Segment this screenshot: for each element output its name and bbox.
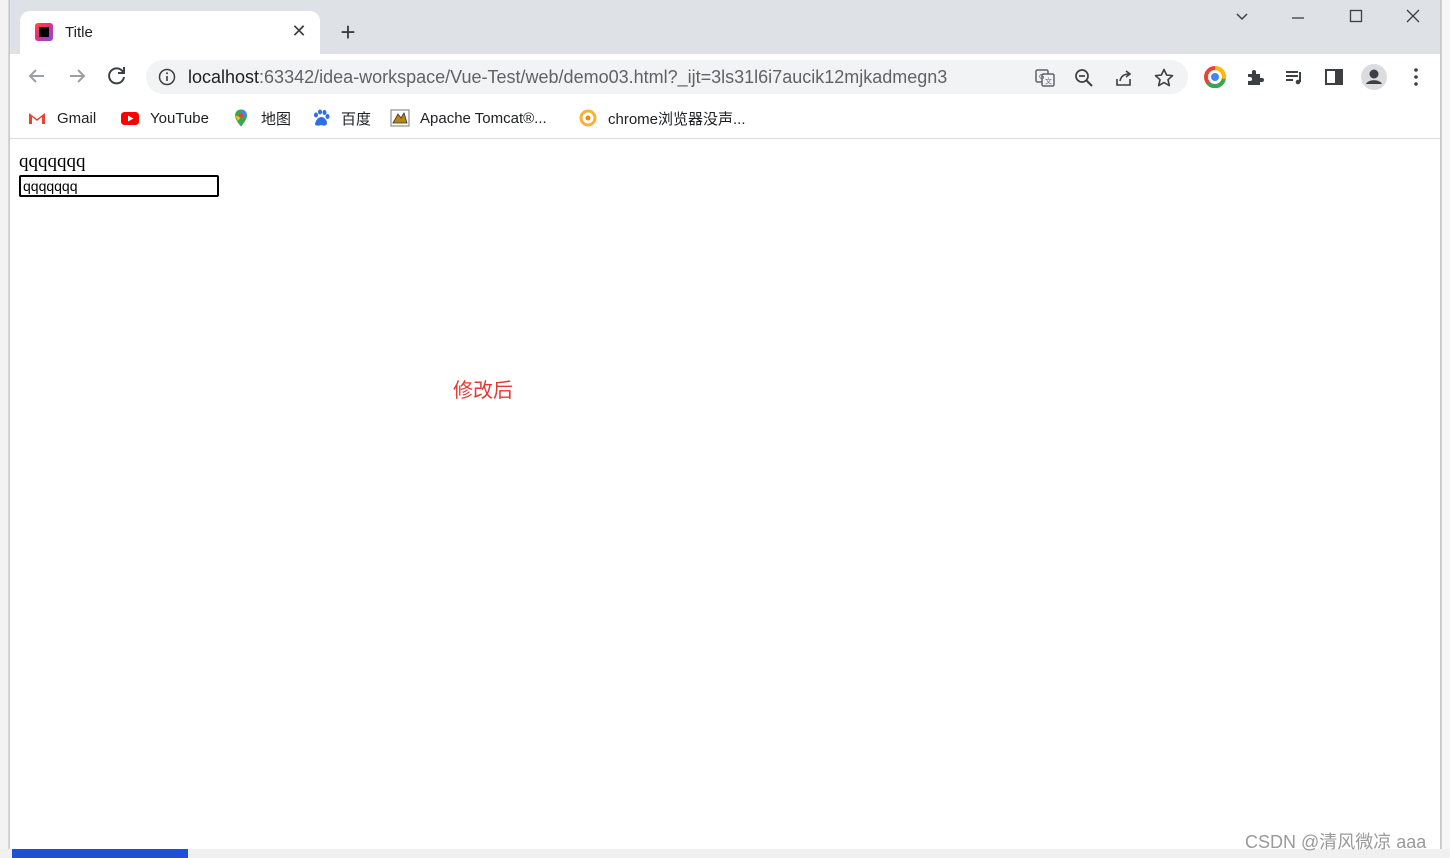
maximize-icon[interactable] <box>1338 8 1374 32</box>
bookmark-label: chrome浏览器没声... <box>608 110 746 128</box>
tab-title[interactable]: Title ✕ <box>20 11 320 54</box>
bookmark-tomcat[interactable]: Apache Tomcat®... <box>390 107 547 129</box>
bookmark-star-icon[interactable] <box>1153 67 1175 89</box>
bookmark-gmail[interactable]: Gmail <box>27 107 96 129</box>
browser-toolbar: localhost:63342/idea-workspace/Vue-Test/… <box>10 54 1440 98</box>
forward-arrow-icon[interactable] <box>64 63 90 89</box>
bookmark-maps[interactable]: 地图 <box>231 107 291 129</box>
back-arrow-icon[interactable] <box>24 63 50 89</box>
youtube-icon <box>120 108 140 128</box>
csdn-watermark: CSDN @清风微凉 aaa <box>1245 832 1427 852</box>
translate-icon[interactable]: G文 <box>1034 67 1056 89</box>
menu-kebab-icon[interactable] <box>1405 66 1427 88</box>
background-window-edge <box>12 849 188 858</box>
url-host: localhost <box>188 67 260 87</box>
tab-close-icon[interactable]: ✕ <box>288 20 310 42</box>
url-path: :63342/idea-workspace/Vue-Test/web/demo0… <box>259 67 948 87</box>
intellij-favicon-icon <box>35 23 53 41</box>
maps-icon <box>231 108 251 128</box>
desktop-right-edge <box>1441 0 1450 858</box>
profile-avatar-icon[interactable] <box>1360 63 1388 91</box>
desktop-left-edge <box>0 0 9 858</box>
zoom-out-icon[interactable] <box>1073 67 1095 89</box>
side-panel-icon[interactable] <box>1323 66 1345 88</box>
bookmark-label: YouTube <box>150 109 209 127</box>
bookmark-label: Gmail <box>57 109 97 127</box>
extensions-puzzle-icon[interactable] <box>1244 66 1266 88</box>
address-bar[interactable]: localhost:63342/idea-workspace/Vue-Test/… <box>146 60 1188 94</box>
page-content: qqqqqqq 修改后 <box>10 139 1440 849</box>
bookmark-label: 百度 <box>341 110 372 128</box>
close-window-icon[interactable] <box>1395 8 1431 32</box>
tomcat-icon <box>390 108 410 128</box>
url-text[interactable]: localhost:63342/idea-workspace/Vue-Test/… <box>188 67 947 88</box>
browser-window: Title ✕ + localhost:63342/idea-workspace… <box>9 0 1441 849</box>
svg-text:G: G <box>1039 73 1044 81</box>
chrome-help-icon <box>578 108 598 128</box>
site-info-icon[interactable] <box>158 68 176 86</box>
chrome-extension-icon[interactable] <box>1204 65 1227 89</box>
desktop-bottom-edge <box>0 849 1450 858</box>
svg-text:文: 文 <box>1045 77 1052 86</box>
tab-label: Title <box>65 24 93 41</box>
share-icon[interactable] <box>1113 67 1135 89</box>
bookmark-youtube[interactable]: YouTube <box>120 107 209 129</box>
bookmarks-bar: Gmail YouTube 地图 百度 Apache Tomcat®... ch… <box>10 98 1440 139</box>
reload-icon[interactable] <box>104 63 130 89</box>
tab-strip: Title ✕ + <box>10 0 1440 54</box>
tab-search-icon[interactable] <box>1224 8 1260 32</box>
bookmark-label: Apache Tomcat®... <box>420 109 547 127</box>
message-text: qqqqqqq <box>19 151 86 172</box>
new-tab-button[interactable]: + <box>334 19 362 47</box>
minimize-icon[interactable] <box>1280 8 1316 32</box>
bookmark-baidu[interactable]: 百度 <box>311 107 371 129</box>
bookmark-chrome-help[interactable]: chrome浏览器没声... <box>578 107 746 129</box>
bookmark-label: 地图 <box>261 110 292 128</box>
gmail-icon <box>27 108 47 128</box>
message-input[interactable] <box>19 175 219 197</box>
modified-label: 修改后 <box>453 378 513 402</box>
baidu-icon <box>311 108 331 128</box>
media-playlist-icon[interactable] <box>1283 66 1305 88</box>
